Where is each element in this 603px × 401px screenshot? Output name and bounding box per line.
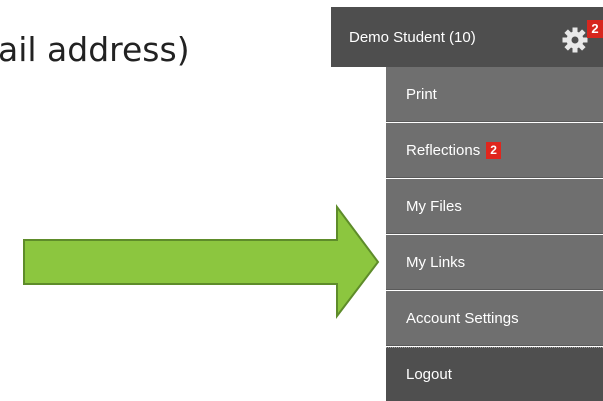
menu-item-reflections[interactable]: Reflections 2 xyxy=(386,123,603,178)
user-dropdown-menu: Print Reflections 2 My Files My Links Ac… xyxy=(386,67,603,401)
menu-item-logout[interactable]: Logout xyxy=(386,347,603,401)
menu-item-label: My Links xyxy=(406,253,466,271)
notification-badge: 2 xyxy=(587,20,603,38)
menu-item-label: Print xyxy=(406,85,437,103)
user-menu-header[interactable]: Demo Student (10) 2 xyxy=(331,7,603,67)
menu-item-my-links[interactable]: My Links xyxy=(386,235,603,290)
gear-icon xyxy=(562,27,588,53)
menu-item-label: Account Settings xyxy=(406,309,519,327)
settings-gear-button[interactable]: 2 xyxy=(561,20,603,56)
menu-item-label: My Files xyxy=(406,197,462,215)
menu-item-label: Reflections xyxy=(406,141,481,159)
menu-item-my-files[interactable]: My Files xyxy=(386,179,603,234)
user-name-label: Demo Student (10) xyxy=(349,28,476,46)
reflections-count-badge: 2 xyxy=(486,141,501,159)
menu-item-print[interactable]: Print xyxy=(386,67,603,122)
menu-item-account-settings[interactable]: Account Settings xyxy=(386,291,603,346)
menu-item-label: Logout xyxy=(406,366,452,383)
